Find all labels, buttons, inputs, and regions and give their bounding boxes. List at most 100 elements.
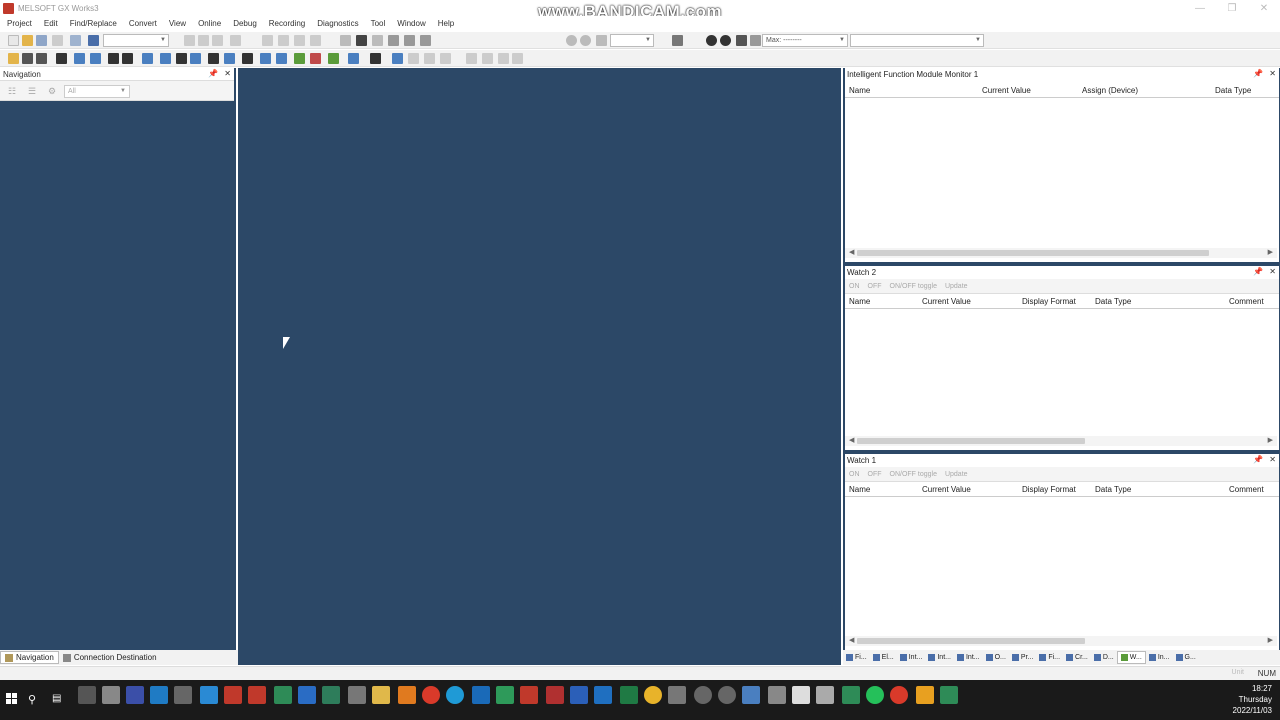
app-icon-17[interactable] bbox=[472, 686, 490, 704]
grid-2-icon[interactable] bbox=[160, 53, 171, 64]
step-5-icon[interactable] bbox=[482, 53, 493, 64]
zoom-in-icon[interactable] bbox=[566, 35, 577, 46]
print-icon[interactable] bbox=[52, 35, 63, 46]
edge-icon[interactable] bbox=[446, 686, 464, 704]
menu-convert[interactable]: Convert bbox=[129, 19, 157, 28]
file-explorer-icon[interactable] bbox=[372, 686, 390, 704]
app-icon-36[interactable] bbox=[916, 686, 934, 704]
app-icon-1[interactable] bbox=[78, 686, 96, 704]
watch1-update-button[interactable]: Update bbox=[945, 471, 968, 478]
app-icon-30[interactable] bbox=[768, 686, 786, 704]
navigation-filter-select[interactable]: All ▼ bbox=[64, 85, 130, 98]
tab-connection-destination[interactable]: Connection Destination bbox=[59, 651, 161, 664]
watch2-on-button[interactable]: ON bbox=[849, 283, 860, 290]
check-1-icon[interactable] bbox=[706, 35, 717, 46]
column-current-value[interactable]: Current Value bbox=[982, 86, 1031, 95]
building-icon[interactable] bbox=[108, 53, 119, 64]
parameter-icon[interactable] bbox=[36, 53, 47, 64]
step-7-icon[interactable] bbox=[512, 53, 523, 64]
write-icon[interactable] bbox=[328, 53, 339, 64]
open-folder-icon[interactable] bbox=[22, 35, 33, 46]
scroll-left-icon[interactable]: ◀ bbox=[849, 436, 854, 444]
column-name[interactable]: Name bbox=[849, 485, 870, 494]
tab-right-4[interactable]: Int... bbox=[925, 651, 954, 664]
menu-tool[interactable]: Tool bbox=[371, 19, 386, 28]
ladder-tool-5-icon[interactable] bbox=[340, 35, 351, 46]
shield-check-icon[interactable] bbox=[294, 53, 305, 64]
menu-project[interactable]: Project bbox=[7, 19, 32, 28]
column-data-type[interactable]: Data Type bbox=[1215, 86, 1251, 95]
step-6-icon[interactable] bbox=[498, 53, 509, 64]
tab-right-5[interactable]: Int... bbox=[954, 651, 983, 664]
scroll-right-icon[interactable]: ▶ bbox=[1268, 248, 1273, 256]
chrome-icon[interactable] bbox=[644, 686, 662, 704]
watch2-toggle-button[interactable]: ON/OFF toggle bbox=[890, 283, 937, 290]
grid-1-icon[interactable] bbox=[142, 53, 153, 64]
ladder-tool-7-icon[interactable] bbox=[372, 35, 383, 46]
ladder-tool-10-icon[interactable] bbox=[420, 35, 431, 46]
watch2-scrollbar[interactable]: ◀ ▶ bbox=[845, 436, 1277, 446]
watch1-toggle-button[interactable]: ON/OFF toggle bbox=[890, 471, 937, 478]
watch1-off-button[interactable]: OFF bbox=[868, 471, 882, 478]
device-icon[interactable] bbox=[736, 35, 747, 46]
app-icon-20[interactable] bbox=[546, 686, 564, 704]
column-comment[interactable]: Comment bbox=[1229, 297, 1264, 306]
grid-3-icon[interactable] bbox=[176, 53, 187, 64]
pin-icon[interactable]: 📌 bbox=[208, 69, 218, 78]
tab-right-12[interactable]: In... bbox=[1146, 651, 1173, 664]
window-1-icon[interactable] bbox=[74, 53, 85, 64]
column-name[interactable]: Name bbox=[849, 297, 870, 306]
pin-icon[interactable]: 📌 bbox=[1253, 69, 1263, 78]
monitor-start-icon[interactable] bbox=[370, 53, 381, 64]
main-workspace[interactable] bbox=[238, 68, 841, 665]
ifm-monitor-scrollbar[interactable]: ◀ ▶ bbox=[845, 248, 1277, 258]
app-icon-6[interactable] bbox=[200, 686, 218, 704]
app-icon-28[interactable] bbox=[718, 686, 736, 704]
app-icon-8[interactable] bbox=[248, 686, 266, 704]
ladder-tool-2-icon[interactable] bbox=[278, 35, 289, 46]
app-icon-27[interactable] bbox=[694, 686, 712, 704]
word-icon[interactable] bbox=[570, 686, 588, 704]
home-icon[interactable] bbox=[122, 53, 133, 64]
cross-ref-icon[interactable] bbox=[224, 53, 235, 64]
column-current-value[interactable]: Current Value bbox=[922, 297, 971, 306]
online-icon[interactable] bbox=[348, 53, 359, 64]
cut-icon[interactable] bbox=[184, 35, 195, 46]
menu-view[interactable]: View bbox=[169, 19, 186, 28]
tab-right-13[interactable]: G... bbox=[1173, 651, 1199, 664]
pin-icon[interactable]: 📌 bbox=[1253, 455, 1263, 464]
column-data-type[interactable]: Data Type bbox=[1095, 297, 1131, 306]
watch2-body[interactable] bbox=[845, 309, 1279, 437]
zoom-select[interactable]: ▼ bbox=[610, 34, 654, 47]
scroll-right-icon[interactable]: ▶ bbox=[1268, 636, 1273, 644]
ladder-tool-6-icon[interactable] bbox=[356, 35, 367, 46]
flat-view-icon[interactable]: ☰ bbox=[28, 86, 36, 97]
scroll-left-icon[interactable]: ◀ bbox=[849, 248, 854, 256]
tab-right-8[interactable]: Fi... bbox=[1036, 651, 1063, 664]
ladder-tool-1-icon[interactable] bbox=[262, 35, 273, 46]
column-display-format[interactable]: Display Format bbox=[1022, 485, 1076, 494]
taskbar-clock[interactable]: 18:27 Thursday 2022/11/03 bbox=[1233, 683, 1272, 716]
tab-navigation[interactable]: Navigation bbox=[0, 651, 59, 664]
list-icon[interactable] bbox=[56, 53, 67, 64]
app-icon-15[interactable] bbox=[422, 686, 440, 704]
pin-icon[interactable]: 📌 bbox=[1253, 267, 1263, 276]
grid-4-icon[interactable] bbox=[190, 53, 201, 64]
app-icon-3[interactable] bbox=[126, 686, 144, 704]
watch2-off-button[interactable]: OFF bbox=[868, 283, 882, 290]
search-device-icon[interactable] bbox=[208, 53, 219, 64]
column-current-value[interactable]: Current Value bbox=[922, 485, 971, 494]
menu-debug[interactable]: Debug bbox=[233, 19, 257, 28]
help-icon[interactable] bbox=[88, 35, 99, 46]
app-icon-5[interactable] bbox=[174, 686, 192, 704]
app-icon-10[interactable] bbox=[298, 686, 316, 704]
undo-icon[interactable] bbox=[70, 35, 81, 46]
app-icon-19[interactable] bbox=[520, 686, 538, 704]
app-icon-7[interactable] bbox=[224, 686, 242, 704]
app-icon-2[interactable] bbox=[102, 686, 120, 704]
save-icon[interactable] bbox=[36, 35, 47, 46]
module-icon[interactable] bbox=[22, 53, 33, 64]
app-icon-14[interactable] bbox=[398, 686, 416, 704]
column-comment[interactable]: Comment bbox=[1229, 485, 1264, 494]
window-2-icon[interactable] bbox=[90, 53, 101, 64]
